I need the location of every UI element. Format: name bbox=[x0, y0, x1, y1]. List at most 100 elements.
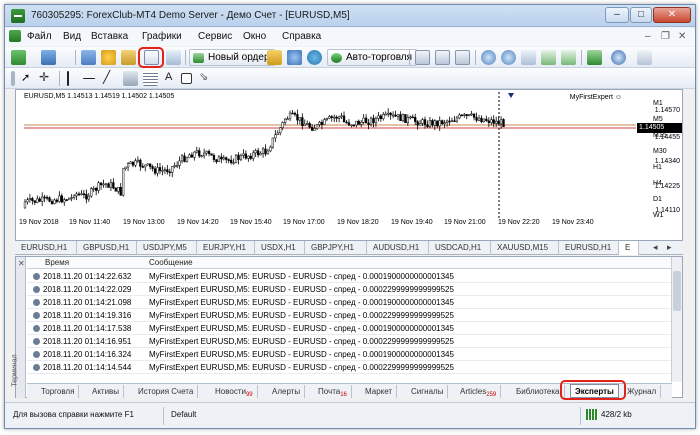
tab-chart-usdcad-h1[interactable]: USDCAD,H1 bbox=[429, 241, 491, 255]
timeframe-d1[interactable]: D1 bbox=[653, 196, 662, 203]
timeframe-w1[interactable]: W1 bbox=[653, 212, 664, 219]
mdi-restore-icon[interactable]: ❐ bbox=[661, 31, 670, 42]
tab-chart-audusd-h1[interactable]: AUDUSD,H1 bbox=[367, 241, 429, 255]
log-row[interactable]: 2018.11.20 01:14:21.098 MyFirstExpert EUR… bbox=[27, 296, 672, 309]
tab-articles[interactable]: Articles259 bbox=[456, 385, 502, 398]
options-icon[interactable] bbox=[287, 50, 302, 65]
text-label-icon[interactable] bbox=[181, 73, 192, 84]
equidistant-channel-icon[interactable] bbox=[123, 71, 138, 86]
tab-chart-usdjpy-m5[interactable]: USDJPY,M5 bbox=[137, 241, 197, 255]
tab-badge: 259 bbox=[486, 392, 497, 398]
tab-chart-eurjpy-h1[interactable]: EURJPY,H1 bbox=[197, 241, 255, 255]
tab-alerts[interactable]: Алерты bbox=[268, 385, 306, 398]
terminal-close-icon[interactable]: ✕ bbox=[18, 259, 25, 268]
tab-chart-active[interactable]: E bbox=[619, 241, 639, 255]
maximize-button[interactable]: □ bbox=[630, 7, 652, 23]
zoom-out-icon[interactable] bbox=[501, 50, 516, 65]
navigator-icon[interactable] bbox=[121, 50, 136, 65]
timeframe-m1[interactable]: M1 bbox=[653, 100, 663, 107]
menu-file[interactable]: Файл bbox=[27, 31, 52, 42]
log-message: MyFirstExpert EURUSD,M5: EURUSD - EURUSD… bbox=[149, 350, 454, 359]
horizontal-line-icon[interactable] bbox=[83, 78, 95, 79]
timeframe-m30[interactable]: M30 bbox=[653, 148, 667, 155]
text-tool-icon[interactable]: A bbox=[165, 71, 172, 83]
log-row[interactable]: 2018.11.20 01:14:14.544 MyFirstExpert EUR… bbox=[27, 361, 672, 374]
timeframe-h4[interactable]: H4 bbox=[653, 180, 662, 187]
tab-signals[interactable]: Сигналы bbox=[407, 385, 449, 398]
strategy-tester-icon[interactable] bbox=[166, 50, 181, 65]
profiles-icon[interactable] bbox=[41, 50, 56, 65]
new-order-button[interactable]: Новый ордер bbox=[189, 49, 275, 66]
tab-mailbox[interactable]: Почта16 bbox=[314, 385, 352, 398]
tab-account-history[interactable]: История Счета bbox=[134, 385, 199, 398]
column-message[interactable]: Сообщение bbox=[149, 258, 193, 267]
timeframe-m5[interactable]: M5 bbox=[653, 116, 663, 123]
cursor-icon[interactable]: ➚ bbox=[21, 71, 30, 84]
price-chart[interactable]: EURUSD,M5 1.14513 1.14519 1.14502 1.1450… bbox=[15, 89, 683, 241]
community-icon[interactable] bbox=[307, 50, 322, 65]
tab-chart-eurusd-h1[interactable]: EURUSD,H1 bbox=[559, 241, 619, 255]
line-chart-icon[interactable] bbox=[455, 50, 470, 65]
tab-chart-usdx-h1[interactable]: USDX,H1 bbox=[255, 241, 305, 255]
scrollbar-thumb[interactable] bbox=[673, 271, 681, 311]
tabs-scroll-left-icon[interactable]: ◂ bbox=[653, 242, 658, 253]
info-icon bbox=[33, 364, 40, 371]
terminal-side-bar[interactable]: Терминал ✕ bbox=[12, 257, 26, 398]
log-row[interactable]: 2018.11.20 01:14:16.324 MyFirstExpert EUR… bbox=[27, 348, 672, 361]
timeframe-h1[interactable]: H1 bbox=[653, 164, 662, 171]
tab-exposure[interactable]: Активы bbox=[88, 385, 125, 398]
templates-icon[interactable] bbox=[637, 50, 652, 65]
new-chart-icon[interactable] bbox=[11, 50, 26, 65]
market-watch-icon[interactable] bbox=[81, 50, 96, 65]
autotrading-button[interactable]: Авто-торговля bbox=[327, 49, 418, 66]
candle-body bbox=[176, 165, 179, 167]
tab-chart-gbpusd-h1[interactable]: GBPUSD,H1 bbox=[77, 241, 137, 255]
tabs-scroll-right-icon[interactable]: ▸ bbox=[667, 242, 672, 253]
new-chart-dropdown-icon[interactable] bbox=[29, 50, 35, 65]
auto-scroll-icon[interactable] bbox=[541, 50, 556, 65]
tile-windows-icon[interactable] bbox=[521, 50, 536, 65]
tab-chart-xauusd-m15[interactable]: XAUUSD,M15 bbox=[491, 241, 559, 255]
candle-body bbox=[92, 188, 95, 190]
minimize-button[interactable]: – bbox=[605, 7, 629, 23]
tab-journal[interactable]: Журнал bbox=[623, 385, 662, 398]
periods-icon[interactable] bbox=[611, 50, 626, 65]
tab-code-base[interactable]: Библиотека bbox=[512, 385, 565, 398]
fibonacci-icon[interactable] bbox=[143, 71, 158, 86]
metaeditor-icon[interactable] bbox=[267, 50, 282, 65]
menu-help[interactable]: Справка bbox=[282, 31, 321, 42]
candle-body bbox=[234, 154, 238, 163]
indicators-icon[interactable] bbox=[587, 50, 602, 65]
tab-chart-eurusd-h1[interactable]: EURUSD,H1 bbox=[15, 241, 77, 255]
candle-body bbox=[202, 152, 206, 156]
chart-shift-icon[interactable] bbox=[561, 50, 576, 65]
log-row[interactable]: 2018.11.20 01:14:17.538 MyFirstExpert EUR… bbox=[27, 322, 672, 335]
data-window-icon[interactable] bbox=[101, 50, 116, 65]
menu-view[interactable]: Вид bbox=[63, 31, 81, 42]
mdi-minimize-icon[interactable]: – bbox=[645, 31, 651, 42]
menu-tools[interactable]: Сервис bbox=[198, 31, 232, 42]
crosshair-icon[interactable]: ✛ bbox=[39, 70, 49, 84]
log-row[interactable]: 2018.11.20 01:14:22.029 MyFirstExpert EUR… bbox=[27, 283, 672, 296]
tab-news[interactable]: Новости99 bbox=[211, 385, 258, 398]
vertical-line-icon[interactable] bbox=[67, 71, 69, 86]
trendline-icon[interactable]: ╱ bbox=[103, 70, 110, 84]
log-row[interactable]: 2018.11.20 01:14:22.632 MyFirstExpert EUR… bbox=[27, 270, 672, 283]
menu-charts[interactable]: Графики bbox=[142, 31, 182, 42]
tab-trade[interactable]: Торговля bbox=[37, 385, 80, 398]
log-row[interactable]: 2018.11.20 01:14:16.951 MyFirstExpert EUR… bbox=[27, 335, 672, 348]
candlesticks-icon[interactable] bbox=[435, 50, 450, 65]
mdi-close-icon[interactable]: ✕ bbox=[678, 31, 686, 42]
menu-insert[interactable]: Вставка bbox=[91, 31, 128, 42]
column-time[interactable]: Время bbox=[45, 258, 69, 267]
log-row[interactable]: 2018.11.20 01:14:19.316 MyFirstExpert EUR… bbox=[27, 309, 672, 322]
tab-chart-gbpjpy-h1[interactable]: GBPJPY,H1 bbox=[305, 241, 367, 255]
bar-chart-icon[interactable] bbox=[415, 50, 430, 65]
zoom-in-icon[interactable] bbox=[481, 50, 496, 65]
close-button[interactable]: ✕ bbox=[653, 7, 691, 23]
tab-market[interactable]: Маркет bbox=[361, 385, 398, 398]
arrows-icon[interactable]: ⇘ bbox=[199, 70, 208, 83]
log-scrollbar[interactable] bbox=[671, 257, 682, 382]
timeframe-m15[interactable]: M15 bbox=[653, 132, 667, 139]
menu-window[interactable]: Окно bbox=[243, 31, 266, 42]
